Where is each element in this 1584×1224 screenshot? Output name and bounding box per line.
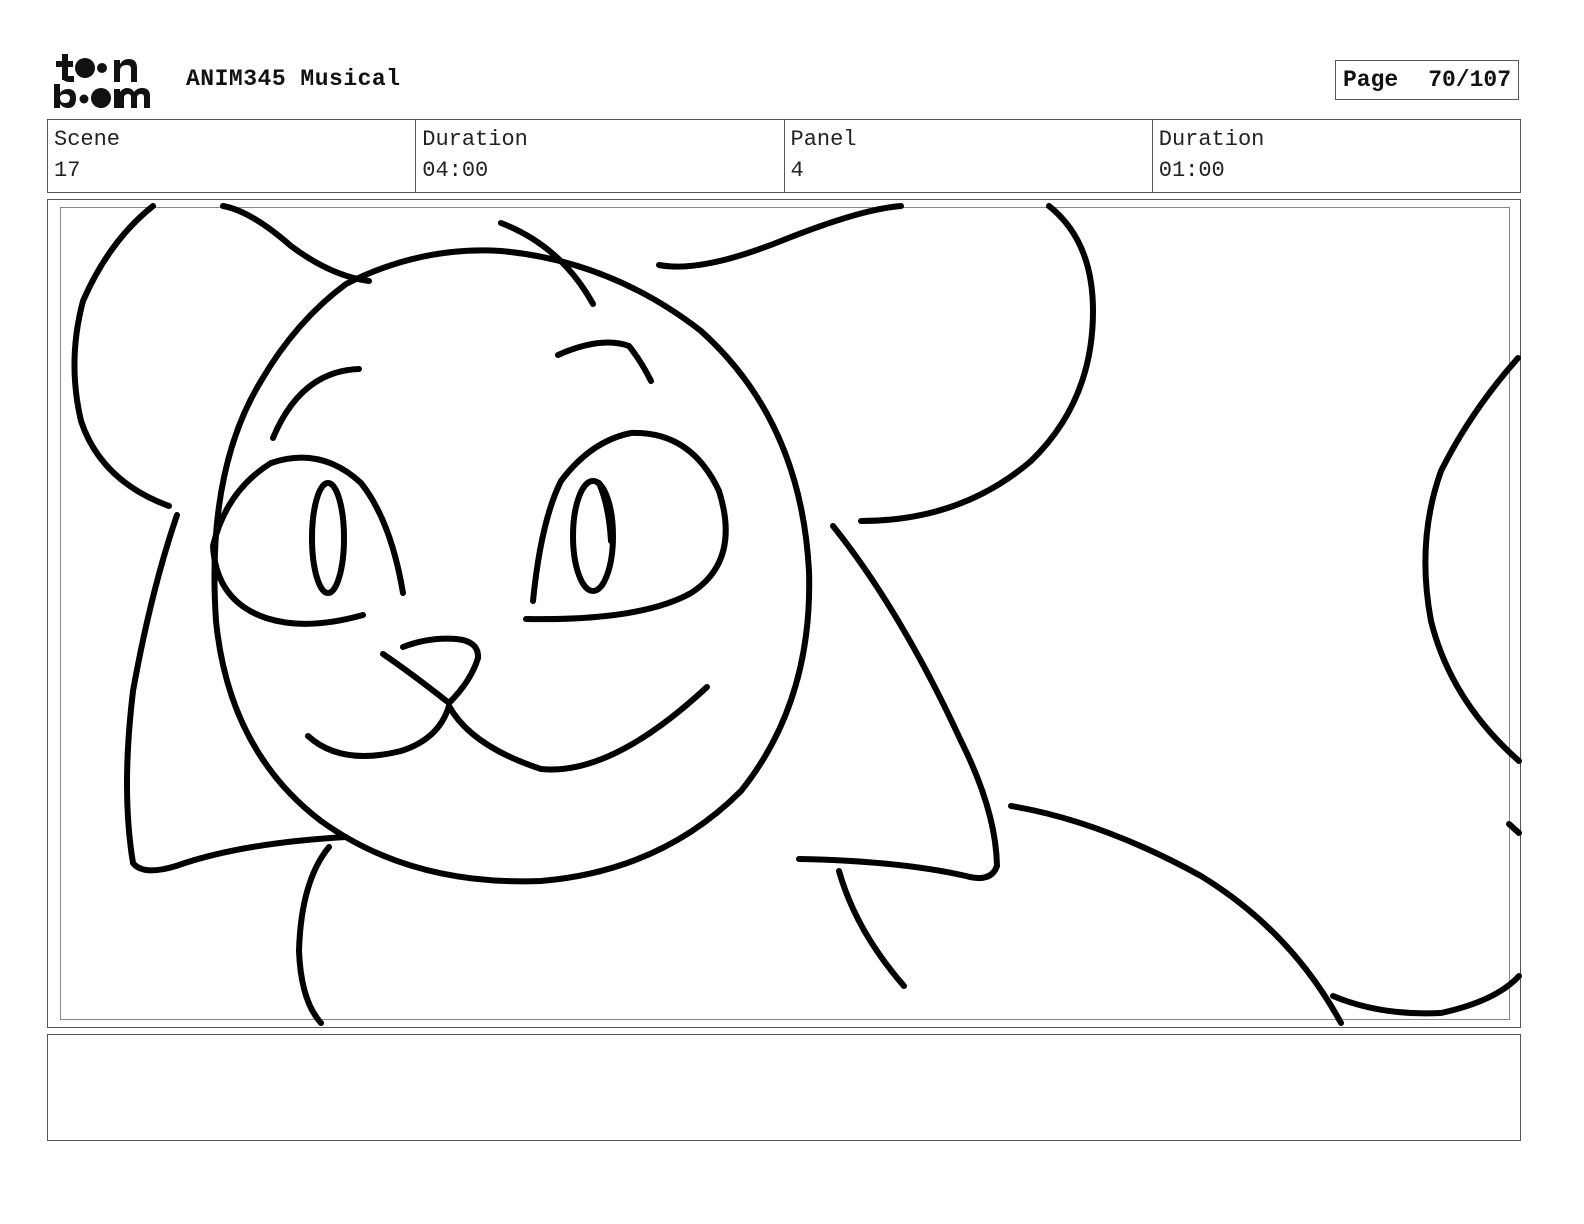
scene-label: Scene	[54, 127, 121, 152]
scene-duration-cell: Duration 04:00	[416, 120, 785, 192]
panel-duration-label: Duration	[1158, 127, 1265, 152]
panel-cell: Panel 4	[785, 120, 1153, 192]
page-label: Page	[1342, 67, 1399, 93]
scene-value: 17	[54, 158, 81, 183]
toonboom-logo	[54, 54, 150, 108]
scene-duration-label: Duration	[422, 127, 528, 152]
panel-value: 4	[790, 158, 804, 183]
scene-cell: Scene 17	[48, 120, 417, 192]
panel-notes[interactable]	[47, 1034, 1521, 1141]
panel-label: Panel	[790, 127, 857, 152]
storyboard-panel	[47, 199, 1522, 1028]
panel-duration-value: 01:00	[1158, 158, 1225, 183]
page-indicator: Page 70/107	[1335, 60, 1519, 100]
page-number: 70/107	[1428, 67, 1512, 93]
project-title: ANIM345 Musical	[186, 66, 401, 92]
scene-info-table: Scene 17 Duration 04:00 Panel 4 Duration…	[47, 119, 1521, 193]
panel-drawing	[71, 203, 1522, 1026]
scene-duration-value: 04:00	[422, 158, 489, 183]
panel-duration-cell: Duration 01:00	[1153, 120, 1520, 192]
